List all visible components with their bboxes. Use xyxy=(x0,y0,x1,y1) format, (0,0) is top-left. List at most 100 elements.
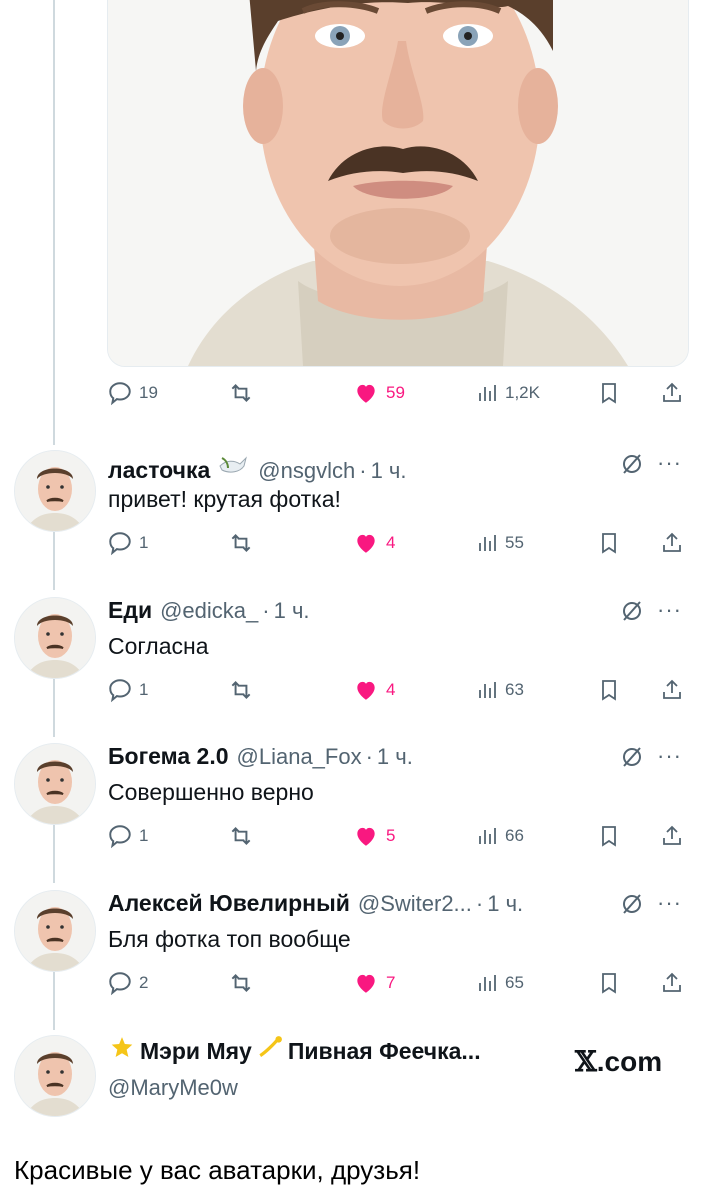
bookmark-icon xyxy=(602,680,616,701)
reply-header: Богема 2.0 @Liana_Fox · 1 ч. xyxy=(108,743,413,773)
more-icon[interactable]: ··· xyxy=(657,890,682,916)
share-button[interactable] xyxy=(660,378,684,408)
post-photo[interactable] xyxy=(107,0,689,367)
like-button[interactable]: 5 xyxy=(352,821,395,851)
grok-icon[interactable] xyxy=(620,892,644,921)
caption-text: Красивые у вас аватарки, друзья! xyxy=(14,1155,421,1185)
views-icon xyxy=(479,828,496,844)
star-icon xyxy=(108,1035,136,1067)
reply-icon xyxy=(109,532,131,556)
reply-button[interactable]: 1 xyxy=(107,675,148,705)
profile-row[interactable]: Мэри Мяу Пивная Феечка... @MaryMe0w 𝕏.co… xyxy=(0,1035,701,1125)
more-icon[interactable]: ··· xyxy=(657,450,682,476)
views-icon xyxy=(479,682,496,698)
timestamp[interactable]: 1 ч. xyxy=(371,458,407,484)
dove-icon xyxy=(216,450,250,483)
avatar[interactable] xyxy=(14,597,96,679)
avatar[interactable] xyxy=(14,450,96,532)
repost-button[interactable] xyxy=(227,821,255,851)
bookmark-icon xyxy=(602,973,616,994)
reply-action-bar: 1 4 55 xyxy=(107,528,687,558)
share-button[interactable] xyxy=(660,968,684,998)
user-name[interactable]: Еди xyxy=(108,597,152,624)
views-button[interactable]: 66 xyxy=(475,821,524,851)
user-handle[interactable]: @nsgvlch xyxy=(258,458,355,484)
repost-icon xyxy=(231,681,251,699)
share-button[interactable] xyxy=(660,675,684,705)
reply-item[interactable]: Еди @edicka_ · 1 ч. ··· Согласна 1 4 63 xyxy=(0,597,701,737)
repost-icon xyxy=(231,827,251,845)
repost-icon xyxy=(231,534,251,552)
views-button[interactable]: 65 xyxy=(475,968,524,998)
views-icon xyxy=(479,975,496,991)
like-count: 4 xyxy=(386,680,396,699)
user-name[interactable]: Алексей Ювелирный xyxy=(108,890,350,917)
user-name[interactable]: ласточка xyxy=(108,457,210,484)
repost-button[interactable] xyxy=(227,528,255,558)
repost-button[interactable] xyxy=(227,968,255,998)
bookmark-button[interactable] xyxy=(597,528,621,558)
views-count: 63 xyxy=(505,680,524,699)
reply-action-bar: 2 7 65 xyxy=(107,968,687,998)
grok-icon[interactable] xyxy=(620,452,644,481)
timestamp[interactable]: 1 ч. xyxy=(487,891,523,917)
reply-button[interactable]: 1 xyxy=(107,821,148,851)
user-name-part2: Пивная Феечка... xyxy=(287,1037,481,1064)
user-handle[interactable]: @Switer2... xyxy=(358,891,472,917)
avatar[interactable] xyxy=(14,743,96,825)
repost-icon xyxy=(231,384,251,402)
like-button[interactable]: 4 xyxy=(352,675,395,705)
more-icon[interactable]: ··· xyxy=(657,743,682,769)
repost-button[interactable] xyxy=(227,675,255,705)
more-icon[interactable]: ··· xyxy=(657,597,682,623)
reply-item[interactable]: Алексей Ювелирный @Switer2... · 1 ч. ···… xyxy=(0,890,701,1030)
user-handle[interactable]: @Liana_Fox xyxy=(237,744,362,770)
reply-button[interactable]: 19 xyxy=(107,378,158,408)
views-button[interactable]: 55 xyxy=(475,528,524,558)
share-icon xyxy=(663,972,681,992)
user-handle[interactable]: @MaryMe0w xyxy=(108,1075,238,1101)
reply-text: Совершенно верно xyxy=(108,779,314,805)
bookmark-button[interactable] xyxy=(597,968,621,998)
reply-item[interactable]: Богема 2.0 @Liana_Fox · 1 ч. ··· Соверше… xyxy=(0,743,701,883)
reply-header: Еди @edicka_ · 1 ч. xyxy=(108,597,310,627)
bookmark-button[interactable] xyxy=(597,821,621,851)
share-icon xyxy=(663,679,681,699)
views-button[interactable]: 1,2K xyxy=(475,378,540,408)
like-button[interactable]: 4 xyxy=(352,528,395,558)
bookmark-button[interactable] xyxy=(597,378,621,408)
watermark-domain: .com xyxy=(596,1046,663,1077)
x-logo-icon: 𝕏 xyxy=(575,1045,597,1078)
share-button[interactable] xyxy=(660,821,684,851)
reply-button[interactable]: 2 xyxy=(107,968,148,998)
timestamp[interactable]: 1 ч. xyxy=(274,598,310,624)
reply-count: 2 xyxy=(139,973,149,992)
share-icon xyxy=(663,532,681,552)
reply-icon xyxy=(109,679,131,703)
avatar[interactable] xyxy=(14,1035,96,1117)
timestamp[interactable]: 1 ч. xyxy=(377,744,413,770)
grok-icon[interactable] xyxy=(620,745,644,774)
profile-header: Мэри Мяу Пивная Феечка... xyxy=(108,1035,481,1065)
like-count: 5 xyxy=(386,826,396,845)
reply-button[interactable]: 1 xyxy=(107,528,148,558)
like-button[interactable]: 59 xyxy=(352,378,405,408)
views-button[interactable]: 63 xyxy=(475,675,524,705)
user-handle[interactable]: @edicka_ xyxy=(160,598,258,624)
grok-icon[interactable] xyxy=(620,599,644,628)
heart-filled-icon xyxy=(357,534,375,553)
views-icon xyxy=(479,535,496,551)
avatar[interactable] xyxy=(14,890,96,972)
views-count: 66 xyxy=(505,826,524,845)
like-count: 7 xyxy=(386,973,396,992)
dizzy-icon xyxy=(256,1035,284,1067)
like-button[interactable]: 7 xyxy=(352,968,395,998)
user-name[interactable]: Мэри Мяу Пивная Феечка... xyxy=(108,1035,481,1067)
share-button[interactable] xyxy=(660,528,684,558)
reply-item[interactable]: ласточка @nsgvlch · 1 ч. ··· привет! кру… xyxy=(0,450,701,590)
repost-button[interactable] xyxy=(227,378,255,408)
bookmark-icon xyxy=(602,383,616,404)
user-name[interactable]: Богема 2.0 xyxy=(108,743,229,770)
bookmark-button[interactable] xyxy=(597,675,621,705)
thread-line xyxy=(53,0,55,445)
